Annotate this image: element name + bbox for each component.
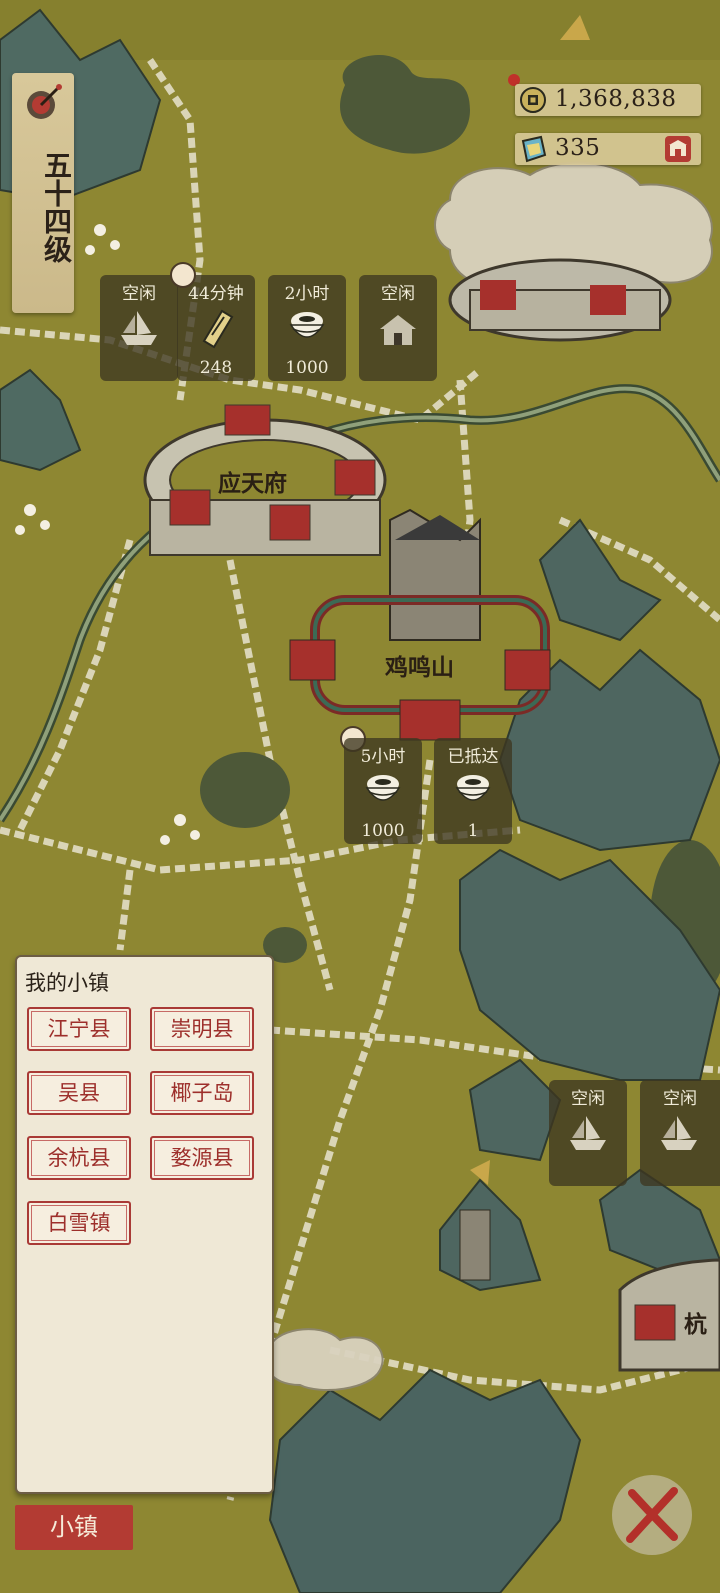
gem-counter: 335 [515, 133, 701, 165]
task-count: 248 [199, 358, 233, 378]
town-button-baixue[interactable]: 白雪镇 [27, 1201, 131, 1245]
close-button[interactable] [612, 1475, 692, 1555]
task-card[interactable]: 2小时 1000 [268, 275, 346, 381]
task-card[interactable]: 空闲 [549, 1080, 627, 1186]
gem-icon [521, 135, 547, 163]
shop-icon [669, 140, 687, 156]
task-card[interactable]: 5小时 1000 [344, 738, 422, 844]
coin-amount: 1,368,838 [555, 86, 677, 112]
level-label: 五十四级 [40, 151, 73, 263]
town-button-coconut-island[interactable]: 椰子岛 [150, 1071, 254, 1115]
town-button-jiangning[interactable]: 江宁县 [27, 1007, 131, 1051]
task-status: 空闲 [381, 284, 415, 304]
task-card[interactable]: 空闲 [640, 1080, 720, 1186]
task-status: 空闲 [122, 284, 156, 304]
task-card[interactable]: 已抵达 1 [434, 738, 512, 844]
rice-bowl-icon [289, 312, 325, 338]
rice-bowl-icon [455, 775, 491, 801]
town-button-wuyuan[interactable]: 婺源县 [150, 1136, 254, 1180]
task-count: 1000 [361, 821, 405, 841]
town-button-chongming[interactable]: 崇明县 [150, 1007, 254, 1051]
building-icon [380, 315, 416, 345]
town-tab[interactable]: 小镇 [15, 1505, 133, 1550]
task-count: 1000 [285, 358, 329, 378]
city-label-hang[interactable]: 杭 [684, 1305, 707, 1339]
task-card[interactable]: 空闲 [100, 275, 178, 381]
task-status: 5小时 [360, 747, 406, 767]
town-button-wuxian[interactable]: 吴县 [27, 1071, 131, 1115]
task-card[interactable]: 44分钟 248 [177, 275, 255, 381]
gem-amount: 335 [555, 135, 601, 161]
task-count: 1 [467, 821, 479, 841]
task-status: 空闲 [571, 1089, 605, 1109]
panel-title: 我的小镇 [25, 971, 109, 995]
brush-icon [27, 84, 62, 119]
task-status: 已抵达 [447, 747, 499, 767]
city-label-yingtianfu[interactable]: 应天府 [218, 464, 287, 498]
town-button-yuhang[interactable]: 余杭县 [27, 1136, 131, 1180]
close-icon [626, 1487, 678, 1543]
scroll-icon [202, 309, 234, 349]
task-status: 空闲 [663, 1089, 697, 1109]
rice-bowl-icon [365, 775, 401, 801]
my-towns-panel: 我的小镇 江宁县 崇明县 吴县 椰子岛 余杭县 婺源县 白雪镇 [15, 955, 274, 1494]
boat-icon [121, 311, 157, 345]
worker-avatar [170, 262, 196, 288]
shop-button[interactable] [665, 136, 691, 162]
task-card[interactable]: 空闲 [359, 275, 437, 381]
task-status: 2小时 [284, 284, 330, 304]
level-banner[interactable]: 五十四级 [12, 73, 74, 313]
city-label-jimingshan[interactable]: 鸡鸣山 [385, 648, 454, 682]
boat-icon [570, 1116, 606, 1150]
coin-icon [520, 87, 546, 113]
boat-icon [661, 1116, 697, 1150]
coin-counter: 1,368,838 [515, 84, 701, 116]
